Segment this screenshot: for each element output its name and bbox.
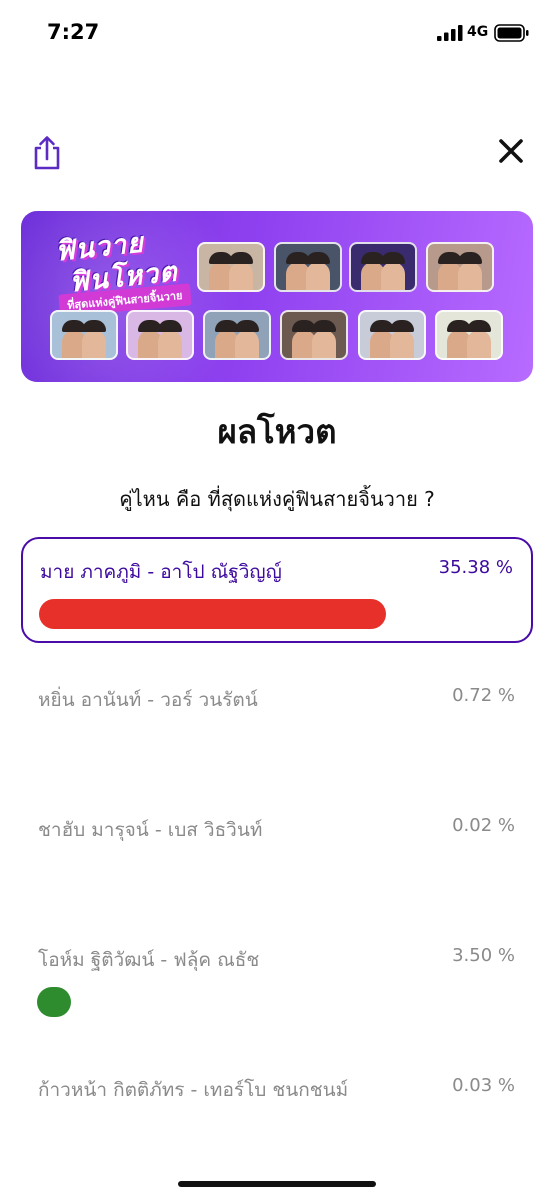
- couple-photo: [50, 310, 118, 360]
- option-percent: 0.03 %: [452, 1075, 515, 1096]
- status-time: 7:27: [47, 20, 100, 44]
- share-icon[interactable]: [30, 134, 64, 172]
- couple-photo: [349, 242, 417, 292]
- couple-photo: [426, 242, 494, 292]
- option-label: หยิ่น อานันท์ - วอร์ วนรัตน์: [38, 689, 258, 711]
- option-label: ก้าวหน้า กิตติภัทร - เทอร์โบ ชนกชนม์: [38, 1079, 349, 1101]
- status-bar: 7:27 4G: [0, 0, 554, 64]
- option-label: มาย ภาคภูมิ - อาโป ณัฐวิญญ์: [40, 561, 282, 583]
- promo-banner[interactable]: ฟินวาย ฟินโหวต ที่สุดแห่งคู่ฟินสายจิ้นวา…: [21, 211, 533, 382]
- couple-photo: [197, 242, 265, 292]
- option-result-bar: [37, 987, 72, 1017]
- poll-option[interactable]: ก้าวหน้า กิตติภัทร - เทอร์โบ ชนกชนม์ 0.0…: [21, 1057, 533, 1163]
- option-percent: 0.02 %: [452, 815, 515, 836]
- home-indicator: [178, 1181, 376, 1187]
- option-percent: 0.72 %: [452, 685, 515, 706]
- option-label: ชาฮับ มารุจน์ - เบส วิธวินท์: [38, 819, 263, 841]
- poll-question: คู่ไหน คือ ที่สุดแห่งคู่ฟินสายจิ้นวาย ?: [119, 487, 435, 511]
- poll-option[interactable]: หยิ่น อานันท์ - วอร์ วนรัตน์ 0.72 %: [21, 667, 533, 773]
- poll-option[interactable]: โอห์ม ฐิติวัฒน์ - ฟลุ้ค ณธัช 3.50 %: [21, 927, 533, 1033]
- close-icon[interactable]: [494, 134, 528, 168]
- option-percent: 3.50 %: [452, 945, 515, 966]
- couple-photo: [126, 310, 194, 360]
- network-label: 4G: [467, 24, 489, 40]
- couple-photo: [203, 310, 271, 360]
- poll-option[interactable]: ชาฮับ มารุจน์ - เบส วิธวินท์ 0.02 %: [21, 797, 533, 903]
- poll-option[interactable]: มาย ภาคภูมิ - อาโป ณัฐวิญญ์ 35.38 %: [21, 537, 533, 643]
- couple-photo: [358, 310, 426, 360]
- signal-icon: [437, 25, 463, 41]
- option-result-bar: [39, 599, 386, 629]
- couple-photo: [274, 242, 342, 292]
- option-label: โอห์ม ฐิติวัฒน์ - ฟลุ้ค ณธัช: [38, 949, 260, 971]
- option-percent: 35.38 %: [438, 557, 513, 578]
- result-title: ผลโหวต: [217, 412, 337, 451]
- couple-photo: [280, 310, 348, 360]
- battery-icon: [494, 24, 529, 42]
- couple-photo: [435, 310, 503, 360]
